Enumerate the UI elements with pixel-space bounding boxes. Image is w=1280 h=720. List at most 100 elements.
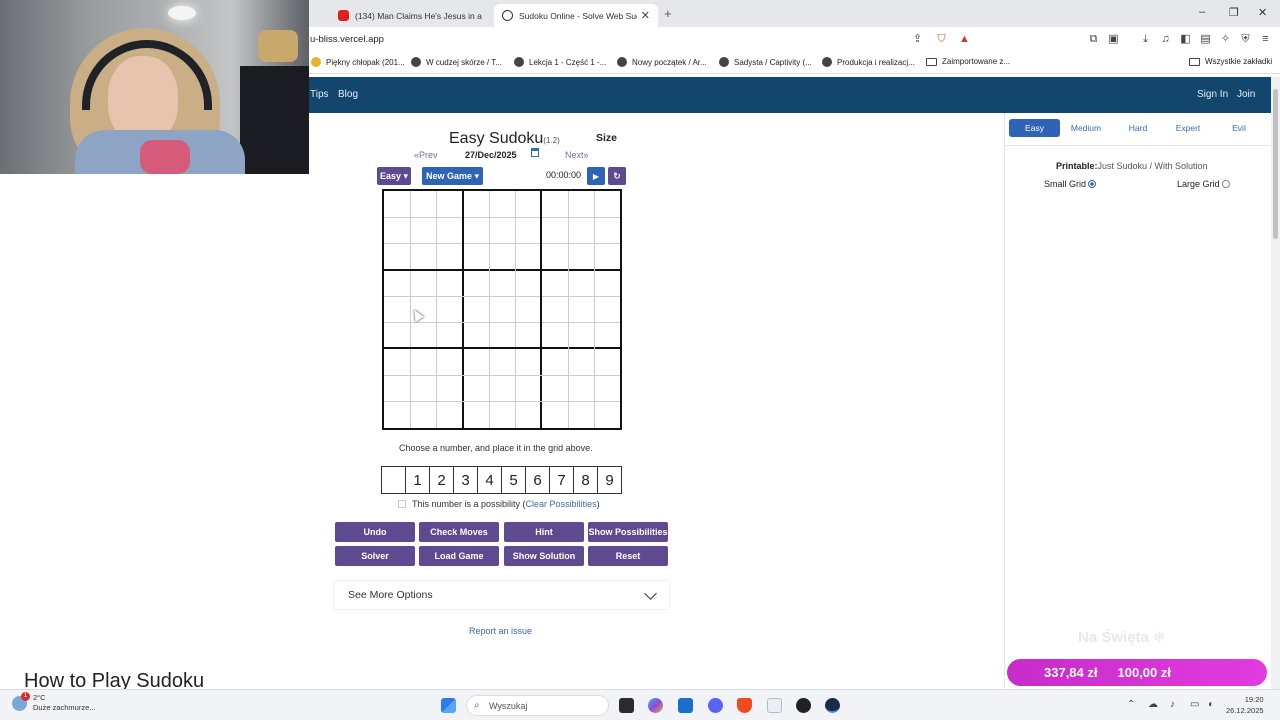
number-cell-3[interactable]: 3 [453,467,477,493]
bookmark-item[interactable]: Sadysta / Captivity (... [719,57,812,67]
prev-link[interactable]: «Prev [414,150,438,160]
nav-blog[interactable]: Blog [338,89,358,100]
grid-cell-line [515,191,516,428]
microphone-icon[interactable]: ♪ [1170,699,1175,710]
see-more-options[interactable]: See More Options [333,580,670,610]
tab-expert[interactable]: Expert [1165,119,1211,137]
extensions-icon[interactable]: ⧉ [1087,33,1100,46]
volume-icon[interactable]: ◖ [1207,699,1213,710]
join-link[interactable]: Join [1237,89,1255,100]
globe-icon [502,10,513,21]
close-window-button[interactable]: ✕ [1258,6,1267,19]
sign-in-link[interactable]: Sign In [1197,89,1228,100]
network-icon[interactable]: ▭ [1190,699,1199,710]
download-icon[interactable]: ⤓ [1139,33,1152,46]
play-icon[interactable]: ▶ [587,167,605,185]
calendar-icon[interactable] [531,148,539,157]
radio-selected-icon[interactable] [1088,180,1097,188]
store-icon[interactable] [678,698,693,713]
steam-icon[interactable] [825,698,840,713]
notes-icon[interactable] [767,698,782,713]
browser-tab-sudoku[interactable]: Sudoku Online - Solve Web Sudo ✕ [494,4,658,27]
number-cell-4[interactable]: 4 [477,467,501,493]
leo-icon[interactable]: ✧ [1219,33,1232,46]
large-grid-option[interactable]: Large Grid [1177,179,1230,189]
page-scrollbar[interactable] [1271,77,1280,689]
size-button[interactable]: Size [596,132,617,144]
system-clock[interactable]: 19:20 26.12.2025 [1226,694,1264,716]
undo-button[interactable]: Undo [335,522,415,542]
menu-icon[interactable]: ≡ [1259,33,1272,46]
bookmark-item[interactable]: Lekcja 1 - Część 1 -... [514,57,606,67]
page-title: Easy Sudoku(1.2) [449,130,560,147]
share-icon[interactable]: ⇪ [911,33,924,46]
browser-tab-youtube[interactable]: (134) Man Claims He's Jesus in a Chu [330,4,490,27]
wallet-alt-icon[interactable]: ▤ [1199,33,1212,46]
check-moves-button[interactable]: Check Moves [419,522,499,542]
promo-price-old: 337,84 zł [1044,665,1098,680]
windows-start-icon[interactable] [441,698,456,713]
grid-cell-line [384,296,620,297]
tab-medium[interactable]: Medium [1063,119,1109,137]
number-cell-8[interactable]: 8 [573,467,597,493]
sidebar-icon[interactable]: ◧ [1179,33,1192,46]
radio-unselected-icon[interactable] [1221,180,1230,188]
difficulty-dropdown[interactable]: Easy ▾ [377,167,411,185]
copilot-icon[interactable] [648,698,663,713]
promo-bar[interactable]: 337,84 zł 100,00 zł [1007,659,1267,686]
small-grid-option[interactable]: Small Grid [1044,179,1097,189]
brave-shield-icon[interactable]: ⛉ [935,33,948,46]
solver-button[interactable]: Solver [335,546,415,566]
tab-evil[interactable]: Evil [1216,119,1262,137]
brave-icon[interactable] [737,698,752,713]
cloud-icon[interactable]: ☁ [1148,699,1158,710]
all-bookmarks-folder[interactable]: Wszystkie zakładki [1189,57,1272,66]
right-panel [1004,113,1271,689]
show-solution-button[interactable]: Show Solution [504,546,584,566]
printable-links[interactable]: Just Sudoku / With Solution [1098,161,1208,171]
taskbar-search[interactable]: ⌕ Wyszukaj [466,695,609,716]
bookmark-item[interactable]: W cudzej skórze / T... [411,57,502,67]
restart-icon[interactable]: ↻ [608,167,626,185]
number-cell-blank[interactable] [382,467,405,493]
new-tab-button[interactable]: + [664,6,672,21]
reset-button[interactable]: Reset [588,546,668,566]
number-cell-5[interactable]: 5 [501,467,525,493]
possibility-row: This number is a possibility (Clear Poss… [398,499,600,509]
show-possibilities-button[interactable]: Show Possibilities [588,522,668,542]
minimize-button[interactable]: – [1199,6,1205,18]
tab-hard[interactable]: Hard [1115,119,1161,137]
maximize-button[interactable]: ❐ [1229,6,1239,19]
discord-icon[interactable] [708,698,723,713]
wallet-icon[interactable]: ▣ [1107,33,1120,46]
tab-easy[interactable]: Easy [1009,119,1060,137]
possibility-checkbox[interactable] [398,500,406,508]
clear-possibilities-link[interactable]: Clear Possibilities [526,499,597,509]
number-cell-1[interactable]: 1 [405,467,429,493]
url-field[interactable]: u-bliss.vercel.app [310,34,384,45]
number-cell-9[interactable]: 9 [597,467,621,493]
music-icon[interactable]: ♫ [1159,33,1172,46]
bookmark-icon [411,57,421,67]
number-cell-7[interactable]: 7 [549,467,573,493]
rewards-icon[interactable]: ▲ [958,33,971,46]
load-game-button[interactable]: Load Game [419,546,499,566]
scrollbar-thumb[interactable] [1273,89,1278,239]
chevron-up-icon[interactable]: ⌃ [1127,699,1135,710]
obs-icon[interactable] [796,698,811,713]
number-cell-6[interactable]: 6 [525,467,549,493]
weather-widget[interactable]: 2°C Duże zachmurze... [33,693,96,713]
bookmark-item[interactable]: Produkcja i realizacj... [822,57,915,67]
close-tab-icon[interactable]: ✕ [641,9,650,22]
new-game-dropdown[interactable]: New Game ▾ [422,167,483,185]
number-cell-2[interactable]: 2 [429,467,453,493]
next-link[interactable]: Next» [565,150,589,160]
report-issue-link[interactable]: Report an issue [469,626,532,636]
bookmark-item[interactable]: Nowy początek / Ar... [617,57,707,67]
vpn-icon[interactable]: ⛨ [1239,33,1252,46]
bookmark-folder[interactable]: Zaimportowane z... [926,57,1010,66]
bookmark-item[interactable]: Piękny chłopak (201... [311,57,405,67]
hint-button[interactable]: Hint [504,522,584,542]
terminal-icon[interactable] [619,698,634,713]
nav-tips[interactable]: Tips [310,89,329,100]
